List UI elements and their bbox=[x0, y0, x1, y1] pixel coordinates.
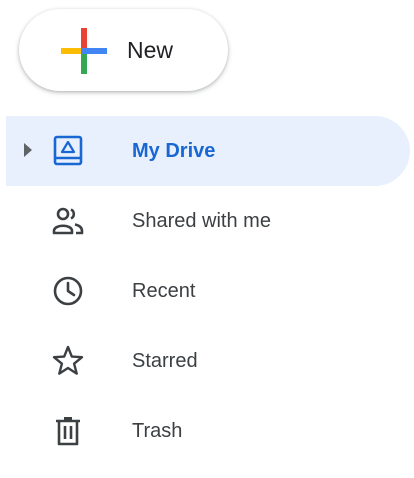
sidebar-item-label: Recent bbox=[132, 280, 196, 302]
sidebar-item-shared-with-me[interactable]: Shared with me bbox=[0, 186, 414, 256]
drive-folder-icon bbox=[53, 135, 83, 166]
sidebar-item-label: Starred bbox=[132, 350, 198, 372]
sidebar-item-label: Trash bbox=[132, 420, 183, 442]
sidebar-item-recent[interactable]: Recent bbox=[0, 256, 414, 326]
new-button[interactable]: New bbox=[19, 9, 228, 91]
expand-arrow-icon[interactable] bbox=[24, 143, 32, 157]
new-button-label: New bbox=[127, 37, 174, 63]
people-icon bbox=[52, 207, 84, 235]
plus-multicolor-icon bbox=[61, 28, 107, 74]
nav-list: My Drive Shared with me Recent Starred T… bbox=[0, 116, 414, 466]
star-icon bbox=[52, 345, 84, 375]
trash-icon bbox=[56, 417, 80, 446]
sidebar-item-my-drive[interactable]: My Drive bbox=[6, 116, 410, 186]
clock-icon bbox=[53, 276, 83, 306]
drive-sidebar: New My Drive Shared with me Recent Starr… bbox=[0, 0, 414, 478]
sidebar-item-trash[interactable]: Trash bbox=[0, 396, 414, 466]
sidebar-item-label: My Drive bbox=[132, 140, 216, 162]
sidebar-item-starred[interactable]: Starred bbox=[0, 326, 414, 396]
sidebar-item-label: Shared with me bbox=[132, 210, 271, 232]
